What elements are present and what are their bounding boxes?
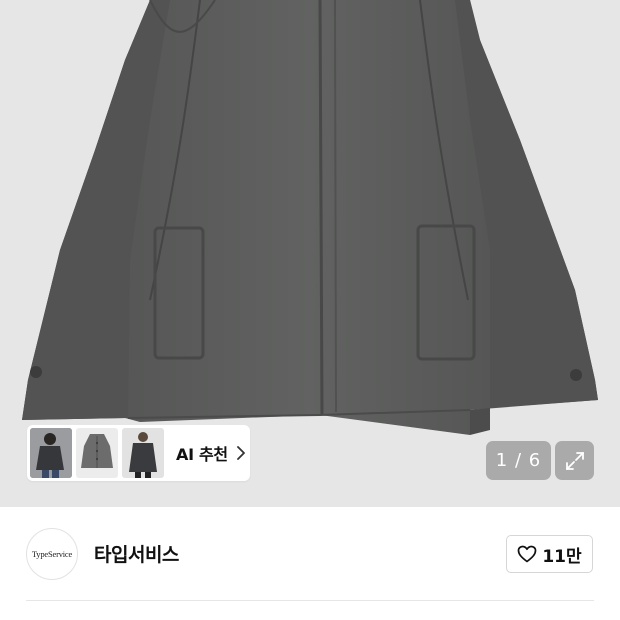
section-divider [26, 600, 594, 601]
chevron-right-icon [236, 446, 245, 460]
like-count: 11만 [542, 546, 582, 567]
product-detail-screen: AI 추천 1 / 6 TypeService 타입서비스 11만 [0, 0, 620, 620]
seller-section: TypeService 타입서비스 11만 [0, 507, 620, 600]
seller-logo[interactable]: TypeService [26, 528, 78, 580]
thumb-dark-coat-model[interactable] [122, 428, 164, 478]
image-page-counter: 1 / 6 [486, 441, 551, 480]
expand-image-button[interactable] [555, 441, 594, 480]
product-image-carousel[interactable]: AI 추천 1 / 6 [0, 0, 620, 507]
like-button[interactable]: 11만 [506, 535, 593, 573]
heart-icon [517, 545, 537, 563]
thumb-model-wearing-coat[interactable] [30, 428, 72, 478]
ai-recommend-bar[interactable]: AI 추천 [27, 425, 250, 481]
seller-name[interactable]: 타입서비스 [94, 540, 179, 567]
ai-recommend-label: AI 추천 [176, 445, 228, 464]
expand-icon [565, 451, 584, 470]
seller-logo-text: TypeService [31, 549, 73, 559]
thumb-gray-coat-front[interactable] [76, 428, 118, 478]
